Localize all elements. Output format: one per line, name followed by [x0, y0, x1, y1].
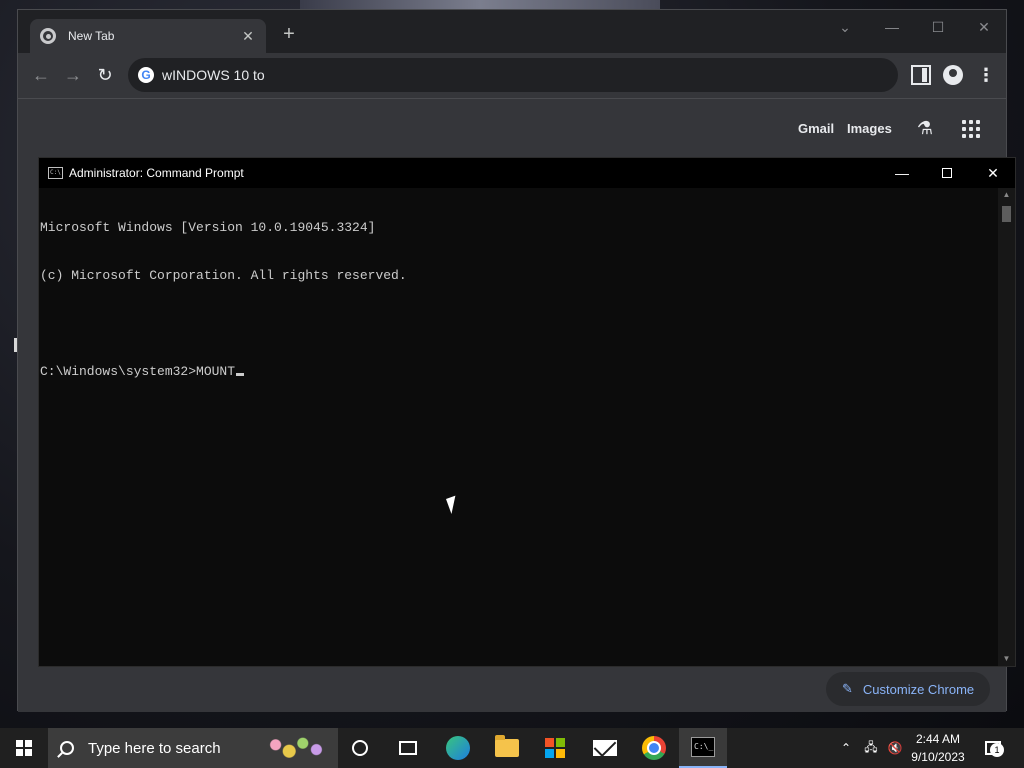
notifications-button[interactable]: 1: [982, 728, 1004, 768]
address-bar[interactable]: G wINDOWS 10 to: [128, 58, 898, 92]
cmd-close-button[interactable]: ✕: [978, 162, 1008, 184]
side-panel-icon[interactable]: [911, 65, 931, 85]
apps-grid-icon[interactable]: [962, 120, 980, 138]
cmd-maximize-button[interactable]: [932, 162, 962, 184]
folder-icon: [495, 735, 519, 757]
taskbar-command-prompt[interactable]: C:\_: [679, 728, 727, 768]
tab-title: New Tab: [68, 29, 115, 43]
start-button[interactable]: [0, 728, 48, 768]
chrome-favicon-icon: [40, 28, 56, 44]
customize-chrome-label: Customize Chrome: [862, 681, 975, 697]
address-text[interactable]: wINDOWS 10 to: [162, 67, 265, 83]
taskbar-store[interactable]: [532, 728, 580, 768]
volume-muted-icon[interactable]: 🔇: [884, 728, 906, 768]
scroll-down-arrow-icon[interactable]: ▼: [998, 652, 1015, 666]
flask-icon[interactable]: ⚗: [914, 118, 936, 140]
task-view-button[interactable]: [384, 728, 432, 768]
close-window-button[interactable]: ✕: [972, 16, 996, 38]
task-view-icon: [399, 741, 417, 755]
console-prompt-line[interactable]: C:\Windows\system32>MOUNT: [40, 364, 998, 380]
store-icon: [545, 738, 567, 758]
command-prompt-window[interactable]: C:\ Administrator: Command Prompt — ✕ Mi…: [38, 157, 1016, 667]
cortana-button[interactable]: [336, 728, 384, 768]
profile-icon[interactable]: [943, 65, 963, 85]
arrow-right-icon[interactable]: →: [61, 63, 85, 87]
gmail-link[interactable]: Gmail: [798, 121, 834, 136]
tab-strip: New Tab ✕ + ⌄ — ☐ ✕: [18, 10, 1006, 53]
console-line: (c) Microsoft Corporation. All rights re…: [40, 268, 407, 283]
clock-time: 2:44 AM: [915, 732, 961, 746]
chevron-down-icon[interactable]: ⌄: [833, 16, 857, 38]
minimize-button[interactable]: —: [880, 16, 904, 38]
clock-date: 9/10/2023: [911, 750, 965, 764]
edge-icon: [446, 736, 470, 760]
mail-icon: [593, 740, 617, 756]
console-input[interactable]: C:\Windows\system32>MOUNT: [40, 364, 235, 379]
scrollbar-thumb[interactable]: [1002, 206, 1011, 222]
chrome-icon: [642, 736, 666, 760]
console-line: Microsoft Windows [Version 10.0.19045.33…: [40, 220, 376, 235]
google-g-icon: G: [138, 67, 154, 83]
search-placeholder: Type here to search: [88, 739, 221, 757]
text-cursor: [236, 373, 245, 376]
close-icon[interactable]: ✕: [240, 28, 256, 45]
toolbar: ← → ↻ G wINDOWS 10 to ⋮: [18, 53, 1006, 97]
maximize-button[interactable]: ☐: [926, 16, 950, 38]
windows-logo-icon: [16, 740, 32, 756]
chevron-up-icon[interactable]: ⌃: [836, 728, 856, 768]
pencil-icon: ✎: [842, 681, 853, 696]
cmd-scrollbar[interactable]: ▲ ▼: [998, 188, 1015, 666]
taskbar-mail[interactable]: [581, 728, 629, 768]
notification-count: 1: [990, 743, 1004, 757]
cmd-console-output[interactable]: Microsoft Windows [Version 10.0.19045.33…: [40, 188, 998, 666]
scroll-up-arrow-icon[interactable]: ▲: [998, 188, 1015, 202]
cmd-icon: C:\_: [691, 737, 715, 757]
cortana-icon: [352, 740, 368, 756]
taskbar-edge[interactable]: [434, 728, 482, 768]
notifications-icon: 1: [985, 741, 1004, 757]
cmd-icon: C:\: [48, 167, 63, 179]
cmd-titlebar[interactable]: C:\ Administrator: Command Prompt — ✕: [39, 158, 1015, 188]
reload-icon[interactable]: ↻: [93, 63, 117, 87]
search-icon: [60, 741, 74, 755]
images-link[interactable]: Images: [847, 121, 892, 136]
taskbar: Type here to search C:\_ ⌃ 🖧 🔇 2:44 AM 9…: [0, 728, 1024, 768]
search-highlight-illustration: [262, 732, 330, 764]
arrow-left-icon[interactable]: ←: [29, 63, 53, 87]
clock[interactable]: 2:44 AM 9/10/2023: [904, 730, 972, 766]
network-icon[interactable]: 🖧: [860, 728, 882, 768]
taskbar-file-explorer[interactable]: [483, 728, 531, 768]
plus-icon[interactable]: +: [278, 24, 300, 46]
kebab-menu-icon[interactable]: ⋮: [976, 65, 996, 85]
taskbar-chrome[interactable]: [630, 728, 678, 768]
taskbar-search-box[interactable]: Type here to search: [48, 728, 338, 768]
customize-chrome-button[interactable]: ✎ Customize Chrome: [826, 672, 990, 706]
tab-new-tab[interactable]: New Tab ✕: [30, 19, 266, 53]
cmd-title: Administrator: Command Prompt: [69, 166, 244, 180]
cmd-minimize-button[interactable]: —: [887, 162, 917, 184]
